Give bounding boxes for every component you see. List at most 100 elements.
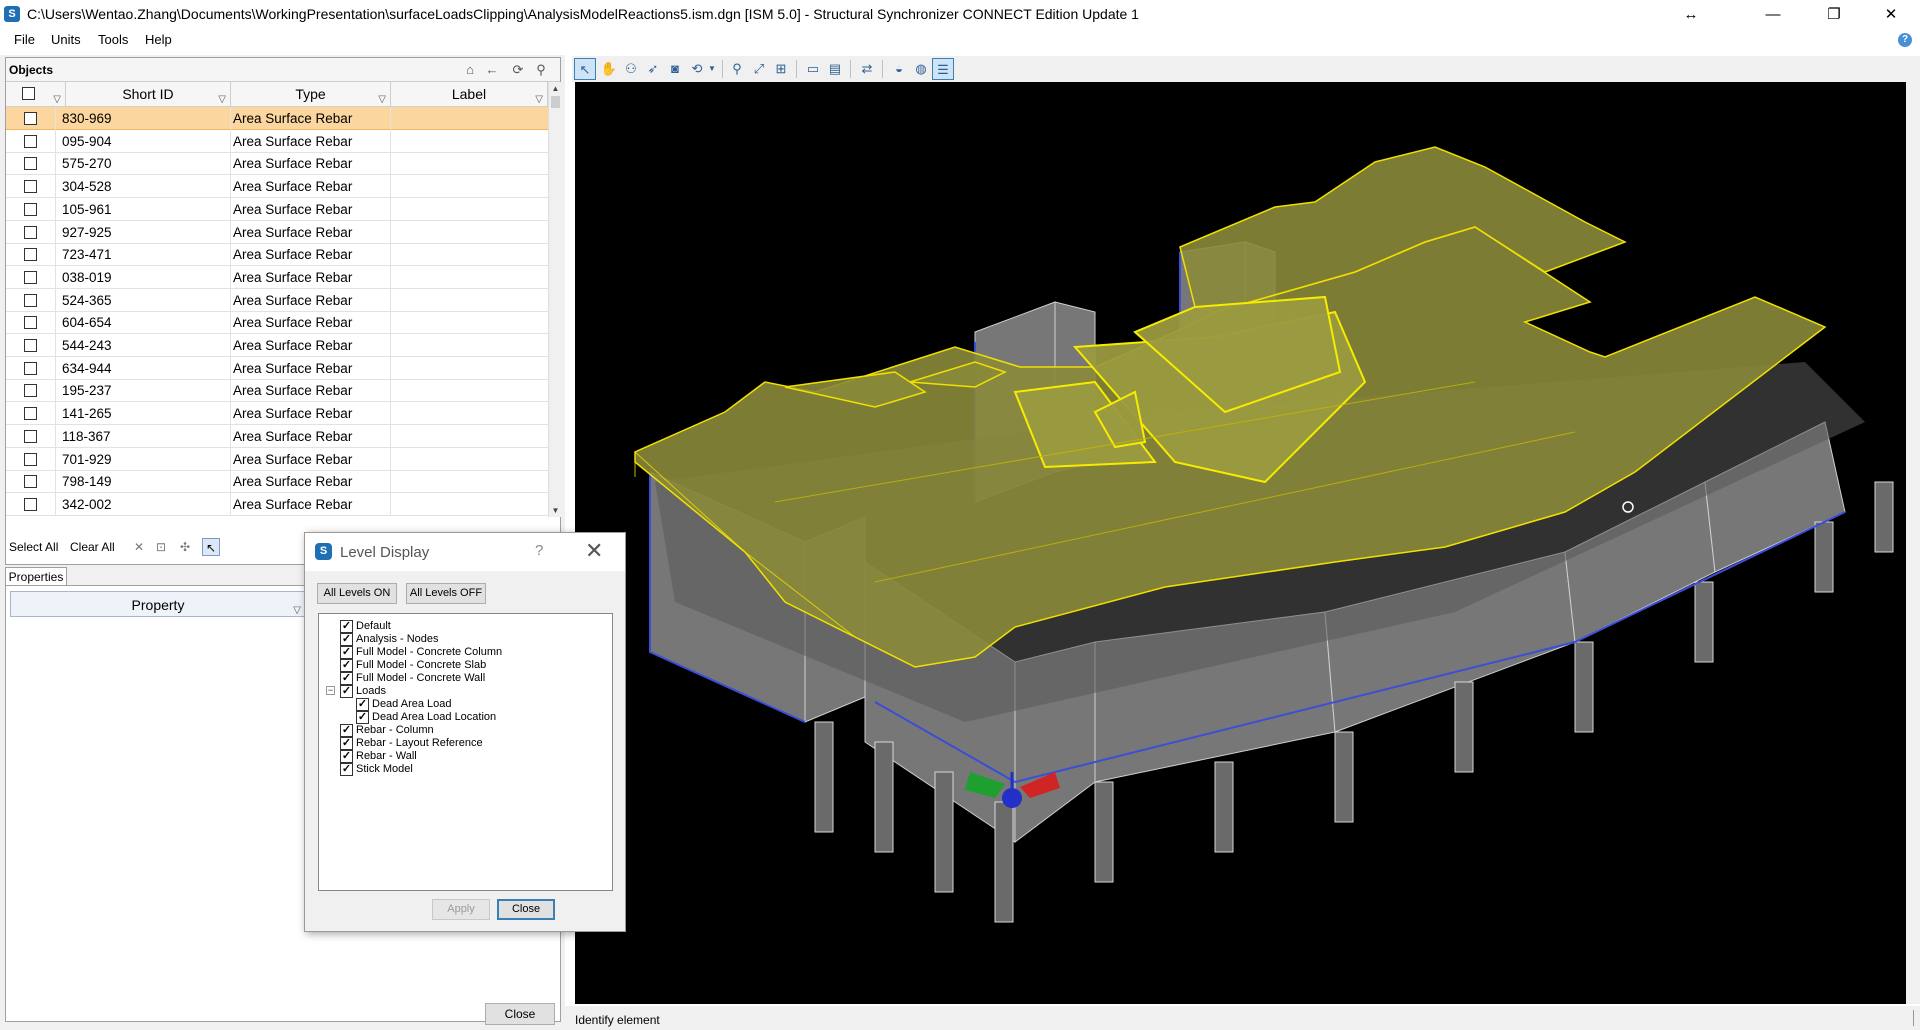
chevron-down-icon[interactable]: ▼ bbox=[706, 58, 718, 80]
menu-tools[interactable]: Tools bbox=[98, 32, 128, 47]
scroll-down-icon[interactable]: ▼ bbox=[549, 504, 562, 517]
level-checkbox[interactable]: ✓ bbox=[340, 633, 353, 646]
row-checkbox-cell[interactable] bbox=[6, 265, 56, 289]
clip-volume-icon[interactable]: ⇄ bbox=[856, 58, 878, 80]
home-icon[interactable]: ⌂ bbox=[461, 61, 479, 79]
row-checkbox[interactable] bbox=[24, 316, 37, 330]
row-checkbox[interactable] bbox=[24, 339, 37, 352]
all-levels-on-button[interactable]: All Levels ON bbox=[317, 583, 397, 604]
render-mode-icon[interactable]: ◒ bbox=[888, 58, 910, 80]
level-checkbox[interactable]: ✓ bbox=[340, 724, 353, 737]
row-checkbox[interactable] bbox=[24, 202, 37, 216]
table-row[interactable]: 195-237 Area Surface Rebar bbox=[6, 379, 548, 403]
row-checkbox-cell[interactable] bbox=[6, 288, 56, 312]
help-icon[interactable]: ? bbox=[1898, 33, 1912, 47]
rotate-view-icon[interactable]: ⟲ bbox=[686, 58, 708, 80]
dialog-close-button[interactable]: Close bbox=[497, 899, 555, 920]
row-checkbox[interactable] bbox=[24, 293, 37, 307]
row-checkbox[interactable] bbox=[24, 361, 37, 375]
table-row[interactable]: 524-365 Area Surface Rebar bbox=[6, 288, 548, 312]
level-checkbox[interactable]: ✓ bbox=[340, 685, 353, 698]
fit-view-icon[interactable]: ⊞ bbox=[770, 58, 792, 80]
pan-icon[interactable]: ✋ bbox=[598, 58, 620, 80]
delete-selection-icon[interactable]: ✕ bbox=[130, 538, 148, 556]
row-checkbox-cell[interactable] bbox=[6, 152, 56, 176]
main-close-button[interactable]: Close bbox=[485, 1003, 555, 1025]
clear-all-button[interactable]: Clear All bbox=[70, 540, 115, 554]
previous-view-icon[interactable]: ▤ bbox=[824, 58, 846, 80]
dialog-help-icon[interactable]: ? bbox=[535, 542, 543, 559]
isolate-icon[interactable]: ✣ bbox=[176, 538, 194, 556]
objects-scrollbar[interactable]: ▲ ▼ bbox=[548, 82, 561, 517]
zoom-in-icon[interactable]: ⚲ bbox=[726, 58, 748, 80]
level-checkbox[interactable]: ✓ bbox=[356, 698, 369, 711]
table-row[interactable]: 304-528 Area Surface Rebar bbox=[6, 175, 548, 199]
level-checkbox[interactable]: ✓ bbox=[340, 646, 353, 659]
dialog-close-icon[interactable]: ✕ bbox=[585, 538, 603, 564]
row-checkbox-cell[interactable] bbox=[6, 447, 56, 471]
column-label[interactable]: Label ▽ bbox=[391, 82, 548, 107]
row-checkbox[interactable] bbox=[24, 180, 37, 194]
scroll-up-icon[interactable]: ▲ bbox=[549, 82, 562, 95]
walk-icon[interactable]: ⚇ bbox=[620, 58, 642, 80]
row-checkbox[interactable] bbox=[24, 225, 37, 239]
select-tool-icon[interactable]: ↖ bbox=[574, 58, 596, 80]
row-checkbox-cell[interactable] bbox=[6, 175, 56, 199]
table-row[interactable]: 095-904 Area Surface Rebar bbox=[6, 129, 548, 153]
select-all-header[interactable]: ▽ bbox=[6, 82, 66, 107]
table-row[interactable]: 038-019 Area Surface Rebar bbox=[6, 265, 548, 289]
header-checkbox[interactable] bbox=[22, 87, 35, 100]
row-checkbox[interactable] bbox=[24, 248, 37, 262]
collapse-icon[interactable]: − bbox=[326, 686, 335, 695]
zoom-icon[interactable]: ⚲ bbox=[532, 61, 550, 79]
select-all-button[interactable]: Select All bbox=[9, 540, 58, 554]
menu-units[interactable]: Units bbox=[51, 32, 81, 47]
close-window-button[interactable]: ✕ bbox=[1868, 0, 1914, 29]
minimize-button[interactable]: — bbox=[1750, 0, 1796, 29]
zoom-selection-icon[interactable]: ⊡ bbox=[152, 538, 170, 556]
row-checkbox[interactable] bbox=[24, 497, 37, 511]
table-row[interactable]: 604-654 Area Surface Rebar bbox=[6, 311, 548, 335]
level-checkbox[interactable]: ✓ bbox=[340, 750, 353, 763]
apply-button[interactable]: Apply bbox=[432, 899, 490, 920]
row-checkbox-cell[interactable] bbox=[6, 197, 56, 221]
window-area-icon[interactable]: ▭ bbox=[802, 58, 824, 80]
table-row[interactable]: 342-002 Area Surface Rebar bbox=[6, 492, 548, 516]
row-checkbox-cell[interactable] bbox=[6, 492, 56, 516]
row-checkbox[interactable] bbox=[24, 475, 37, 489]
filter-icon[interactable]: ▽ bbox=[293, 598, 301, 624]
row-checkbox-cell[interactable] bbox=[6, 243, 56, 267]
scroll-thumb[interactable] bbox=[551, 96, 560, 108]
property-column-header[interactable]: Property ▽ bbox=[10, 591, 306, 617]
row-checkbox-cell[interactable] bbox=[6, 402, 56, 426]
row-checkbox[interactable] bbox=[24, 134, 37, 148]
level-checkbox[interactable]: ✓ bbox=[340, 659, 353, 672]
tab-properties[interactable]: Properties bbox=[5, 567, 67, 586]
column-short-id[interactable]: Short ID ▽ bbox=[66, 82, 231, 107]
row-checkbox[interactable] bbox=[24, 429, 37, 443]
row-checkbox[interactable] bbox=[24, 452, 37, 466]
table-row[interactable]: 118-367 Area Surface Rebar bbox=[6, 424, 548, 448]
table-row[interactable]: 141-265 Area Surface Rebar bbox=[6, 402, 548, 426]
row-checkbox-cell[interactable] bbox=[6, 129, 56, 153]
table-row[interactable]: 927-925 Area Surface Rebar bbox=[6, 220, 548, 244]
camera-icon[interactable]: ◙ bbox=[664, 58, 686, 80]
all-levels-off-button[interactable]: All Levels OFF bbox=[406, 583, 486, 604]
row-checkbox-cell[interactable] bbox=[6, 107, 56, 130]
row-checkbox-cell[interactable] bbox=[6, 470, 56, 494]
table-row[interactable]: 634-944 Area Surface Rebar bbox=[6, 356, 548, 380]
level-display-icon[interactable]: ☰ bbox=[932, 58, 954, 80]
zoom-extents-icon[interactable]: ⤢ bbox=[748, 58, 770, 80]
level-checkbox[interactable]: ✓ bbox=[340, 620, 353, 633]
row-checkbox-cell[interactable] bbox=[6, 311, 56, 335]
row-checkbox-cell[interactable] bbox=[6, 220, 56, 244]
table-row[interactable]: 701-929 Area Surface Rebar bbox=[6, 447, 548, 471]
refresh-icon[interactable]: ⟳ bbox=[509, 61, 527, 79]
table-row[interactable]: 798-149 Area Surface Rebar bbox=[6, 470, 548, 494]
back-arrow-icon[interactable]: ← bbox=[483, 61, 501, 79]
column-type[interactable]: Type ▽ bbox=[231, 82, 391, 107]
row-checkbox[interactable] bbox=[24, 112, 37, 125]
view-attributes-icon[interactable]: ◍ bbox=[910, 58, 932, 80]
level-checkbox[interactable]: ✓ bbox=[340, 737, 353, 750]
row-checkbox-cell[interactable] bbox=[6, 424, 56, 448]
